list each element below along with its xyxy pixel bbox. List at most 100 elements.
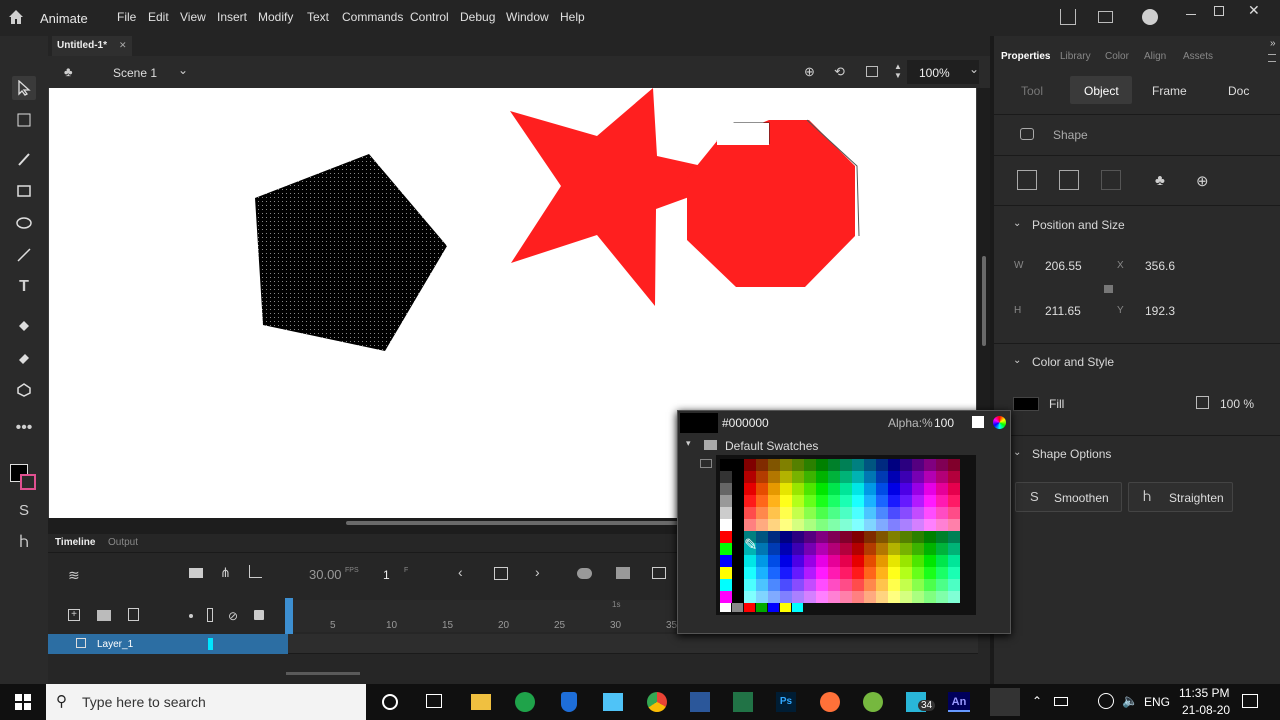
color-swatch[interactable]: [768, 495, 780, 507]
color-swatch[interactable]: [924, 471, 936, 483]
color-swatch[interactable]: [888, 567, 900, 579]
color-swatch[interactable]: [816, 519, 828, 531]
color-swatch[interactable]: [948, 591, 960, 603]
color-swatch[interactable]: [840, 471, 852, 483]
fps-value[interactable]: 30.00: [309, 567, 342, 582]
home-icon[interactable]: [8, 9, 24, 25]
color-swatch[interactable]: [744, 579, 756, 591]
color-swatch[interactable]: [948, 459, 960, 471]
tab-assets[interactable]: Assets: [1183, 51, 1213, 62]
color-swatch[interactable]: [804, 555, 816, 567]
prev-frame-icon[interactable]: ‹: [458, 564, 463, 580]
color-swatch[interactable]: [804, 519, 816, 531]
color-swatch[interactable]: [792, 591, 804, 603]
color-swatch[interactable]: [888, 471, 900, 483]
color-swatch[interactable]: [840, 591, 852, 603]
file-explorer-icon[interactable]: [471, 694, 491, 710]
tab-properties[interactable]: Properties: [1001, 51, 1050, 62]
color-swatch[interactable]: [900, 483, 912, 495]
color-style-title[interactable]: Color and Style: [1032, 355, 1114, 369]
frame-value[interactable]: 1: [383, 568, 390, 582]
layer-name[interactable]: Layer_1: [97, 639, 133, 650]
color-swatch[interactable]: [768, 543, 780, 555]
clip-icon[interactable]: [866, 66, 878, 77]
brush-tool-icon[interactable]: [12, 147, 36, 171]
color-swatch[interactable]: [792, 543, 804, 555]
color-swatch[interactable]: [948, 495, 960, 507]
color-swatch[interactable]: [804, 507, 816, 519]
color-swatch[interactable]: [924, 543, 936, 555]
recorder-icon[interactable]: [990, 688, 1020, 716]
color-swatch[interactable]: [804, 531, 816, 543]
gradient-swatch[interactable]: [732, 603, 743, 612]
color-swatch[interactable]: [780, 507, 792, 519]
color-swatch[interactable]: [828, 459, 840, 471]
color-swatch[interactable]: [720, 483, 732, 495]
color-swatch[interactable]: [900, 495, 912, 507]
color-swatch[interactable]: [876, 531, 888, 543]
color-swatch[interactable]: [888, 555, 900, 567]
color-swatch[interactable]: [852, 483, 864, 495]
close-icon[interactable]: ✕: [1248, 2, 1260, 19]
color-swatch[interactable]: [780, 567, 792, 579]
color-swatch[interactable]: [852, 459, 864, 471]
position-size-title[interactable]: Position and Size: [1032, 218, 1125, 232]
color-swatch[interactable]: [780, 555, 792, 567]
color-swatch[interactable]: [948, 567, 960, 579]
collapse-panel-icon[interactable]: »: [1270, 38, 1276, 49]
color-swatch[interactable]: [816, 531, 828, 543]
color-swatch[interactable]: [804, 459, 816, 471]
rotate-stage-icon[interactable]: ⟲: [834, 64, 845, 80]
color-swatch[interactable]: [876, 555, 888, 567]
restore-icon[interactable]: [1214, 6, 1224, 16]
color-swatch[interactable]: [840, 531, 852, 543]
color-swatch[interactable]: [720, 579, 732, 591]
color-swatch[interactable]: [768, 555, 780, 567]
photos-icon[interactable]: [603, 693, 623, 711]
layer-depth-icon[interactable]: [249, 565, 262, 578]
tab-output[interactable]: Output: [108, 537, 138, 548]
layer-row[interactable]: Layer_1: [48, 634, 288, 654]
test-movie-icon[interactable]: [1142, 9, 1158, 25]
menu-window[interactable]: Window: [506, 10, 549, 24]
color-swatch[interactable]: [852, 567, 864, 579]
taskbar-search-box[interactable]: ⚲ Type here to search: [46, 684, 366, 720]
color-swatch[interactable]: [792, 483, 804, 495]
menu-commands[interactable]: Commands: [342, 10, 403, 24]
color-swatch[interactable]: [852, 531, 864, 543]
color-swatch[interactable]: [828, 567, 840, 579]
color-swatch[interactable]: [864, 543, 876, 555]
color-swatch[interactable]: [840, 459, 852, 471]
color-swatch[interactable]: [720, 495, 732, 507]
octagon-shape[interactable]: [687, 120, 855, 287]
color-swatch[interactable]: [912, 591, 924, 603]
color-swatch[interactable]: [732, 495, 744, 507]
subtab-object[interactable]: Object: [1070, 76, 1132, 104]
color-swatch[interactable]: [936, 543, 948, 555]
color-swatch[interactable]: [768, 471, 780, 483]
menu-insert[interactable]: Insert: [217, 10, 247, 24]
battery-icon[interactable]: [1054, 697, 1068, 706]
color-swatch[interactable]: [936, 579, 948, 591]
color-swatch[interactable]: [924, 555, 936, 567]
no-color-icon[interactable]: [972, 416, 984, 428]
color-swatch[interactable]: [924, 495, 936, 507]
selection-tool-icon[interactable]: [12, 76, 36, 100]
menu-view[interactable]: View: [180, 10, 206, 24]
color-swatch[interactable]: [780, 591, 792, 603]
chevron-down-icon[interactable]: ⌄: [1013, 218, 1021, 229]
color-swatch[interactable]: [840, 507, 852, 519]
color-swatch[interactable]: [792, 579, 804, 591]
color-swatch[interactable]: [936, 591, 948, 603]
color-wheel-icon[interactable]: [993, 416, 1006, 429]
layer-parenting-icon[interactable]: ⋔: [220, 565, 231, 581]
color-swatch[interactable]: [888, 495, 900, 507]
color-swatch[interactable]: [876, 519, 888, 531]
color-swatch[interactable]: [852, 507, 864, 519]
tab-color[interactable]: Color: [1105, 51, 1129, 62]
color-swatch[interactable]: [732, 507, 744, 519]
animate-icon[interactable]: An: [948, 692, 970, 712]
color-swatch[interactable]: [912, 531, 924, 543]
color-swatch[interactable]: [912, 555, 924, 567]
color-swatch[interactable]: [924, 519, 936, 531]
